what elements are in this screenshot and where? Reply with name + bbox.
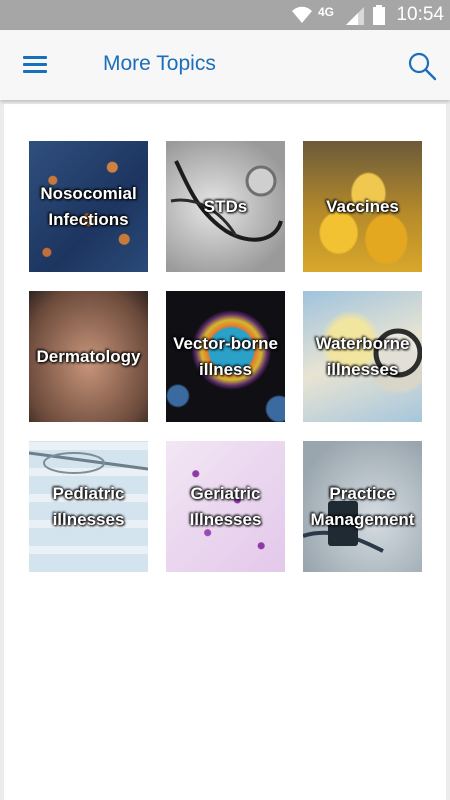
topic-label: Waterborne illnesses [315, 333, 410, 379]
topic-tile-nosocomial-infections[interactable]: Nosocomial Infections [29, 141, 148, 272]
topic-tile-stds[interactable]: STDs [166, 141, 285, 272]
topic-tile-dermatology[interactable]: Dermatology [29, 291, 148, 422]
topic-label: Pediatric illnesses [52, 483, 125, 529]
search-icon[interactable] [406, 50, 438, 82]
topic-tile-vector-borne-illness[interactable]: Vector-borne illness [166, 291, 285, 422]
battery-icon [373, 5, 385, 25]
clock: 10:54 [396, 4, 444, 25]
signal-icon [346, 7, 364, 25]
topic-label: STDs [203, 196, 248, 216]
wifi-icon [292, 6, 312, 23]
topic-label: Vaccines [326, 196, 399, 216]
menu-icon[interactable] [18, 52, 52, 78]
topic-tile-pediatric-illnesses[interactable]: Pediatric illnesses [29, 441, 148, 572]
topic-label: Dermatology [36, 346, 141, 366]
topic-label: Geriatric Illnesses [189, 483, 262, 529]
page-title: More Topics [103, 52, 216, 75]
topic-label: Nosocomial Infections [40, 183, 137, 229]
topic-tile-practice-management[interactable]: Practice Management [303, 441, 422, 572]
topic-tile-waterborne-illnesses[interactable]: Waterborne illnesses [303, 291, 422, 422]
app-bar: More Topics [0, 30, 450, 100]
topics-grid: Nosocomial Infections STDs Vaccines Derm… [4, 104, 446, 800]
topic-tile-vaccines[interactable]: Vaccines [303, 141, 422, 272]
network-type: 4G [318, 5, 335, 19]
topic-label: Vector-borne illness [173, 333, 278, 379]
topic-tile-geriatric-illnesses[interactable]: Geriatric Illnesses [166, 441, 285, 572]
status-bar: 4G 10:54 [0, 0, 450, 30]
topic-label: Practice Management [310, 483, 415, 529]
